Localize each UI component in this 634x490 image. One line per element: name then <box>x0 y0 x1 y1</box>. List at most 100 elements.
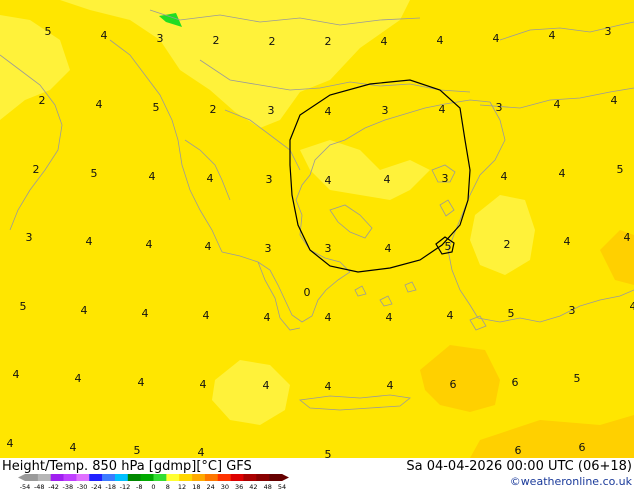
value-label: 4 <box>264 311 271 324</box>
value-label: 4 <box>149 170 156 183</box>
value-label: 2 <box>269 35 276 48</box>
value-label: 4 <box>386 311 393 324</box>
value-label: 5 <box>45 25 52 38</box>
color-scale-segment <box>50 474 64 481</box>
value-label: 3 <box>382 104 389 117</box>
value-label: 2 <box>325 35 332 48</box>
value-label: 6 <box>512 376 519 389</box>
map-title: Height/Temp. 850 hPa [gdmp][°C] GFS <box>2 459 252 474</box>
color-scale-tick: 8 <box>166 483 170 490</box>
value-label: 4 <box>205 240 212 253</box>
value-label: 3 <box>569 304 576 317</box>
color-scale-tick: 0 <box>151 483 155 490</box>
value-label: 3 <box>496 101 503 114</box>
value-label: 2 <box>213 34 220 47</box>
color-scale-tick: 24 <box>206 483 214 490</box>
value-label: 6 <box>450 378 457 391</box>
value-label: 5 <box>445 240 452 253</box>
value-label: 2 <box>504 238 511 251</box>
value-label: 4 <box>325 311 332 324</box>
value-label: 4 <box>385 242 392 255</box>
value-label: 4 <box>501 170 508 183</box>
color-scale-segment <box>230 474 244 481</box>
value-label: 4 <box>138 376 145 389</box>
value-label: 5 <box>574 372 581 385</box>
color-scale-segment <box>63 474 77 481</box>
color-scale-segment <box>166 474 180 481</box>
value-label: 0 <box>304 286 311 299</box>
value-label: 4 <box>13 368 20 381</box>
value-label: 3 <box>325 242 332 255</box>
value-label: 3 <box>26 231 33 244</box>
color-scale-tick: -12 <box>120 483 131 490</box>
value-label: 4 <box>96 98 103 111</box>
value-label: 5 <box>134 444 141 457</box>
value-label: 4 <box>384 173 391 186</box>
value-label: 4 <box>203 309 210 322</box>
value-label: 4 <box>611 94 618 107</box>
color-scale-tick: 12 <box>178 483 186 490</box>
value-label: 4 <box>439 103 446 116</box>
value-label: 4 <box>559 167 566 180</box>
value-label: 4 <box>70 441 77 454</box>
value-label: 4 <box>81 304 88 317</box>
value-label: 4 <box>198 446 205 459</box>
value-label: 3 <box>268 104 275 117</box>
value-label: 4 <box>554 98 561 111</box>
value-label: 5 <box>91 167 98 180</box>
value-label: 4 <box>630 300 634 313</box>
color-scale-tick: -54 <box>20 483 31 490</box>
value-label: 4 <box>146 238 153 251</box>
value-label: 4 <box>549 29 556 42</box>
color-scale-tick: -18 <box>105 483 116 490</box>
color-scale <box>18 474 289 481</box>
value-label: 2 <box>39 94 46 107</box>
value-label: 4 <box>142 307 149 320</box>
value-label: 4 <box>447 309 454 322</box>
color-scale-segment <box>127 474 141 481</box>
value-label: 4 <box>493 32 500 45</box>
value-label: 3 <box>442 172 449 185</box>
color-scale-segment <box>140 474 154 481</box>
value-label: 4 <box>200 378 207 391</box>
color-scale-segment <box>25 474 39 481</box>
value-label: 4 <box>101 29 108 42</box>
value-label: 4 <box>325 105 332 118</box>
value-label: 3 <box>265 242 272 255</box>
color-scale-segment <box>114 474 129 481</box>
color-scale-segment <box>37 474 51 481</box>
color-scale-segment <box>269 474 283 481</box>
credit-link[interactable]: ©weatheronline.co.uk <box>510 475 633 488</box>
color-scale-tick: 36 <box>235 483 243 490</box>
value-label: 4 <box>325 380 332 393</box>
map-canvas: 5 4 3 2 2 2 4 4 4 4 32 4 5 2 3 4 3 4 3 4 42 5 4 4 3 4 4 3 4 4 53 4 4 4 3 3 4… <box>0 0 634 490</box>
color-scale-segment <box>89 474 103 481</box>
value-label: 5 <box>508 307 515 320</box>
valid-time: Sa 04-04-2026 00:00 UTC (06+18) <box>406 459 632 474</box>
color-scale-segment <box>243 474 257 481</box>
color-scale-tick: -30 <box>77 483 88 490</box>
color-scale-tick: -38 <box>63 483 74 490</box>
color-scale-tick: -24 <box>91 483 102 490</box>
value-label: 5 <box>153 101 160 114</box>
color-scale-segment <box>76 474 90 481</box>
value-label: 6 <box>579 441 586 454</box>
color-scale-tick: 18 <box>192 483 200 490</box>
value-label: 2 <box>33 163 40 176</box>
value-label: 5 <box>20 300 27 313</box>
value-label: 4 <box>437 34 444 47</box>
color-scale-segment <box>256 474 270 481</box>
color-scale-segment <box>179 474 193 481</box>
value-label: 4 <box>564 235 571 248</box>
color-scale-tick: 54 <box>278 483 286 490</box>
value-label: 3 <box>266 173 273 186</box>
value-label: 4 <box>263 379 270 392</box>
color-scale-tick: -48 <box>34 483 45 490</box>
color-scale-tick: -42 <box>48 483 59 490</box>
weather-map: 5432224444324523434344254434434453444334… <box>0 0 634 490</box>
value-label: 4 <box>86 235 93 248</box>
color-scale-tick: 48 <box>264 483 272 490</box>
color-scale-segment <box>204 474 219 481</box>
value-label: 4 <box>387 379 394 392</box>
color-scale-tick: -8 <box>136 483 142 490</box>
